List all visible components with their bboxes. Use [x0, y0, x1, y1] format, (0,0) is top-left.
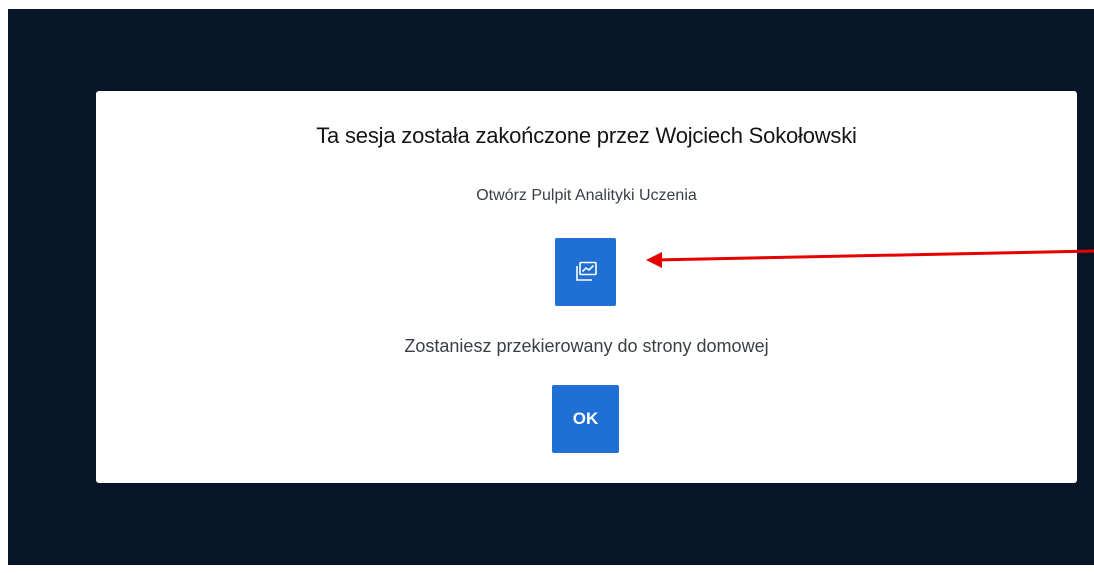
session-ended-dialog: Ta sesja została zakończone przez Wojcie…	[96, 91, 1077, 483]
open-dashboard-button[interactable]	[555, 238, 616, 306]
dialog-title: Ta sesja została zakończone przez Wojcie…	[316, 123, 857, 148]
redirect-message: Zostaniesz przekierowany do strony domow…	[404, 336, 769, 356]
modal-backdrop: Ta sesja została zakończone przez Wojcie…	[8, 9, 1094, 565]
dashboard-label: Otwórz Pulpit Analityki Uczenia	[476, 187, 697, 204]
ok-button[interactable]: OK	[552, 385, 619, 453]
analytics-dashboard-icon	[575, 261, 597, 281]
